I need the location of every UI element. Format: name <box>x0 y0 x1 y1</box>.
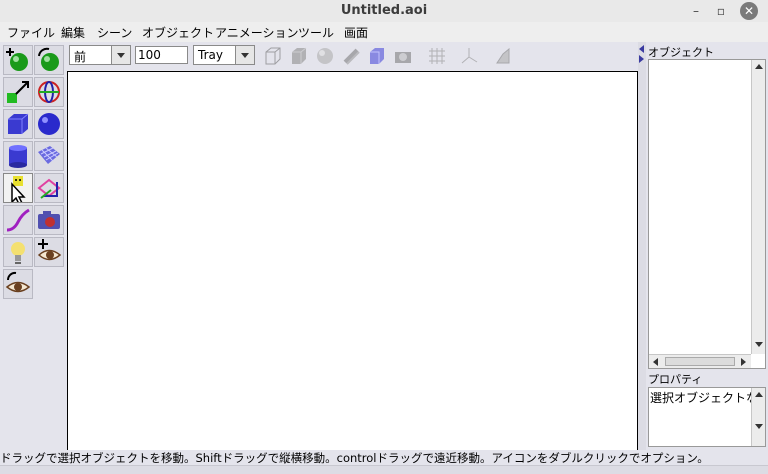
mesh-icon <box>38 146 60 164</box>
cylinder-tool[interactable] <box>3 141 33 171</box>
close-button[interactable]: ✕ <box>740 2 758 20</box>
3d-viewport[interactable] <box>67 71 638 451</box>
render-mode-value: Tray <box>198 48 223 62</box>
cube-tool[interactable] <box>3 109 33 139</box>
object-list[interactable] <box>648 59 766 369</box>
split-right-arrow-icon <box>639 55 644 63</box>
object-panel-header: オブジェクト <box>648 44 766 60</box>
tool-palette <box>0 42 67 450</box>
menu-file[interactable]: ファイル <box>7 24 55 41</box>
split-left-arrow-icon <box>639 45 644 53</box>
title-bar: Untitled.aoi – ▫ ✕ <box>0 0 768 23</box>
rotate-view-tool[interactable] <box>3 269 33 299</box>
camera-tool[interactable] <box>34 205 64 235</box>
polygon-tool[interactable] <box>3 173 33 203</box>
curve-tool[interactable] <box>3 205 33 235</box>
light-tool[interactable] <box>3 237 33 267</box>
wireframe-icon[interactable] <box>263 46 283 66</box>
grid-icon[interactable] <box>427 46 447 66</box>
move-tool[interactable] <box>3 45 33 75</box>
skew-rotate-icon <box>38 81 60 103</box>
spline-icon <box>37 178 61 199</box>
scroll-up-icon[interactable] <box>755 392 763 397</box>
properties-panel-header: プロパティ <box>648 371 766 387</box>
curve-icon <box>6 208 30 232</box>
object-list-hscroll[interactable] <box>649 354 751 368</box>
menu-animation[interactable]: アニメーション <box>215 24 299 41</box>
cylinder-icon <box>9 145 27 168</box>
chevron-down-icon <box>235 46 254 64</box>
menu-edit[interactable]: 編集 <box>61 24 85 41</box>
polygon-icon <box>11 176 26 202</box>
hscroll-thumb[interactable] <box>665 357 735 366</box>
rotate-tool[interactable] <box>34 45 64 75</box>
view-toolbar: 前 100 Tray <box>67 42 638 70</box>
axes-icon[interactable] <box>459 46 479 66</box>
sphere-icon <box>38 113 60 135</box>
scroll-down-icon[interactable] <box>755 342 763 347</box>
scroll-down-icon[interactable] <box>755 424 763 429</box>
right-panel: オブジェクト プロパティ 選択オブジェクトなし <box>646 42 768 450</box>
move-view-icon <box>37 239 62 261</box>
window-title: Untitled.aoi <box>340 3 428 18</box>
menu-view[interactable]: 画面 <box>344 24 368 41</box>
move-icon <box>6 48 28 71</box>
template-icon[interactable] <box>493 46 513 66</box>
menu-object[interactable]: オブジェクト <box>142 24 214 41</box>
sphere-tool[interactable] <box>34 109 64 139</box>
render-mode-select[interactable]: Tray <box>193 45 255 65</box>
zoom-input[interactable]: 100 <box>135 46 188 64</box>
maximize-button[interactable]: ▫ <box>712 2 730 20</box>
scale-icon <box>7 81 29 103</box>
lightbulb-icon <box>11 242 25 264</box>
menu-tools[interactable]: ツール <box>298 24 334 41</box>
textured-icon[interactable] <box>341 46 361 66</box>
panel-splitter[interactable] <box>638 42 646 450</box>
camera-icon <box>38 211 60 229</box>
view-direction-select[interactable]: 前 <box>69 45 131 65</box>
properties-vscroll[interactable] <box>751 388 765 446</box>
mesh-tool[interactable] <box>34 141 64 171</box>
view-direction-value: 前 <box>74 50 87 64</box>
menu-scene[interactable]: シーン <box>97 24 132 41</box>
status-bar: ドラッグで選択オブジェクトを移動。Shiftドラッグで縦横移動。controlド… <box>0 450 768 465</box>
properties-box: 選択オブジェクトなし <box>648 387 766 447</box>
skew-tool[interactable] <box>34 77 64 107</box>
smooth-sphere-icon[interactable] <box>315 46 335 66</box>
cube-icon <box>8 113 29 134</box>
scroll-left-icon[interactable] <box>653 358 658 366</box>
minimize-button[interactable]: – <box>687 2 705 20</box>
menu-bar: ファイル 編集 シーン オブジェクト アニメーション ツール 画面 <box>0 22 768 43</box>
object-list-vscroll[interactable] <box>751 60 765 354</box>
scroll-right-icon[interactable] <box>741 358 746 366</box>
transparent-icon[interactable] <box>367 46 387 66</box>
scroll-up-icon[interactable] <box>755 64 763 69</box>
scale-tool[interactable] <box>3 77 33 107</box>
rotate-icon <box>38 47 59 71</box>
spline-tool[interactable] <box>34 173 64 203</box>
move-view-tool[interactable] <box>34 237 64 267</box>
properties-content: 選択オブジェクトなし <box>650 391 766 405</box>
render-camera-icon[interactable] <box>393 46 413 66</box>
chevron-down-icon <box>111 46 130 64</box>
shaded-cube-icon[interactable] <box>289 46 309 66</box>
rotate-view-icon <box>5 271 31 293</box>
